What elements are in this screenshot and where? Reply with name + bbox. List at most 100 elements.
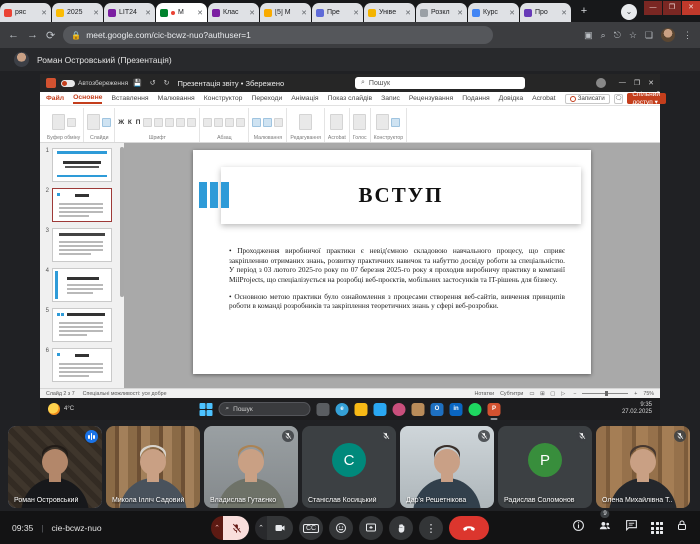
browser-tab-1[interactable]: ряс✕ [0,3,51,22]
group-icon[interactable] [214,118,223,127]
forward-icon[interactable]: → [27,29,38,41]
camera-toggle-button[interactable] [267,516,293,540]
more-options-button[interactable]: ⋮ [419,516,443,540]
reactions-button[interactable] [329,516,353,540]
store-icon[interactable] [412,403,425,416]
group-icon[interactable] [330,114,343,130]
ribbon-tab-4[interactable]: Малювання [158,95,195,102]
end-call-button[interactable] [449,516,489,540]
sidepanel-icon[interactable]: ❏ [645,30,653,41]
ribbon-tab-3[interactable]: Вставлення [111,95,148,102]
camera-options-chevron[interactable]: ⌃ [255,516,267,540]
maximize-button[interactable]: ❐ [663,1,681,15]
taskbar-clock[interactable]: 9:35 27.02.2025 [622,402,652,417]
participant-tile-2[interactable]: Микола Ілліч Садовий [106,426,200,508]
quick-access-icons[interactable]: 💾 ↺ ↻ [133,79,172,87]
ribbon-tab-7[interactable]: Анімація [291,95,318,102]
tab-close-icon[interactable]: ✕ [561,9,567,17]
profile-avatar[interactable] [661,28,675,42]
ribbon-group-icons[interactable] [376,109,400,135]
group-icon[interactable] [353,114,366,130]
notes-button[interactable]: Нотатки [475,391,495,397]
search-icon[interactable]: ⌕ [601,30,606,41]
participant-tile-5[interactable]: Дар'я Решетнікова [400,426,494,508]
ribbon-group-icons[interactable] [299,109,312,135]
tab-close-icon[interactable]: ✕ [405,9,411,17]
outlook-icon[interactable]: O [431,403,444,416]
ribbon-tab-6[interactable]: Переходи [251,95,282,102]
slide-title-card[interactable]: ВСТУП [221,167,581,224]
task-view-icon[interactable] [317,403,330,416]
ppt-account-avatar[interactable] [596,78,606,88]
group-icon[interactable] [391,118,400,127]
group-icon[interactable] [67,118,76,127]
ribbon-group-icons[interactable] [203,109,245,135]
browser-tab-3[interactable]: LIT24✕ [104,3,155,22]
browser-tab-11[interactable]: Про✕ [520,3,571,22]
star-icon[interactable]: ☆ [629,30,637,41]
zoom-slider[interactable] [582,393,628,394]
browser-tab-6[interactable]: [5] М✕ [260,3,311,22]
group-icon[interactable] [274,118,283,127]
zoom-minus[interactable]: − [573,391,576,397]
font-icon[interactable] [176,118,185,127]
mic-toggle-button[interactable] [223,516,249,540]
font-icon[interactable] [187,118,196,127]
ribbon-tab-12[interactable]: Довідка [499,95,523,102]
slide-body-text[interactable]: Проходження виробничої практики є невід'… [229,246,565,318]
activities-icon[interactable] [651,522,663,534]
tab-search-chevron[interactable]: ⌄ [621,4,637,20]
slide-thumbnail-3[interactable] [52,228,112,262]
tab-close-icon[interactable]: ✕ [249,9,255,17]
font-style-icons[interactable]: Ж К П [118,119,141,126]
weather-widget[interactable]: 4°C [48,403,74,415]
ribbon-group-icons[interactable] [353,109,366,135]
font-icon[interactable] [165,118,174,127]
zoom-plus[interactable]: + [634,391,637,397]
mic-options-chevron[interactable]: ⌃ [211,516,223,540]
ribbon-group-icons[interactable] [87,109,111,135]
address-bar[interactable]: 🔒 meet.google.com/cic-bcwz-nuo?authuser=… [63,26,493,44]
tab-close-icon[interactable]: ✕ [509,9,515,17]
minimize-button[interactable]: — [644,1,662,15]
slide-thumbnail-1[interactable] [52,148,112,182]
photos-icon[interactable] [393,403,406,416]
ribbon-tab-13[interactable]: Acrobat [532,95,555,102]
group-icon[interactable] [236,118,245,127]
group-icon[interactable] [252,118,261,127]
record-button[interactable]: Записати [565,94,610,104]
group-icon[interactable] [87,114,100,130]
ribbon-group-icons[interactable] [330,109,343,135]
ribbon-tab-10[interactable]: Рецензування [409,95,453,102]
ribbon-tab-8[interactable]: Показ слайдів [328,95,373,102]
ribbon-group-icons[interactable] [52,109,76,135]
participant-tile-6[interactable]: РРадислав Соломонов [498,426,592,508]
present-button[interactable] [359,516,383,540]
tab-close-icon[interactable]: ✕ [93,9,99,17]
back-icon[interactable]: ← [8,29,19,41]
host-controls-icon[interactable] [676,519,688,537]
meeting-info-icon[interactable] [572,519,585,537]
document-title[interactable]: Презентація звіту • Збережено [177,79,284,88]
tab-close-icon[interactable]: ✕ [353,9,359,17]
autosave-toggle[interactable]: Автозбереження [61,80,128,87]
browser-tab-2[interactable]: 2025✕ [52,3,103,22]
group-icon[interactable] [102,118,111,127]
ppt-window-controls[interactable]: —❐✕ [619,79,654,87]
reload-icon[interactable]: ⟳ [46,29,55,42]
participant-tile-3[interactable]: Владислав Гутаєнко [204,426,298,508]
slide-thumbnail-6[interactable] [52,348,112,382]
browser-tab-7[interactable]: Пре✕ [312,3,363,22]
browser-tab-8[interactable]: Уніве✕ [364,3,415,22]
browser-tab-9[interactable]: Розкл✕ [416,3,467,22]
raise-hand-button[interactable] [389,516,413,540]
view-buttons[interactable]: ▭ ⊞ ▢ ▷ [529,391,567,397]
spotify-icon[interactable] [469,403,482,416]
browser-tab-4[interactable]: M✕ [156,3,207,22]
ribbon-group-icons[interactable] [252,109,283,135]
tab-close-icon[interactable]: ✕ [145,9,151,17]
ribbon-tab-5[interactable]: Конструктор [204,95,243,102]
accessibility-status[interactable]: Спеціальні можливості: усе добре [83,391,167,397]
share-button[interactable]: Спільний доступ ▾ [627,93,666,104]
people-icon[interactable]: 9 [598,519,612,537]
